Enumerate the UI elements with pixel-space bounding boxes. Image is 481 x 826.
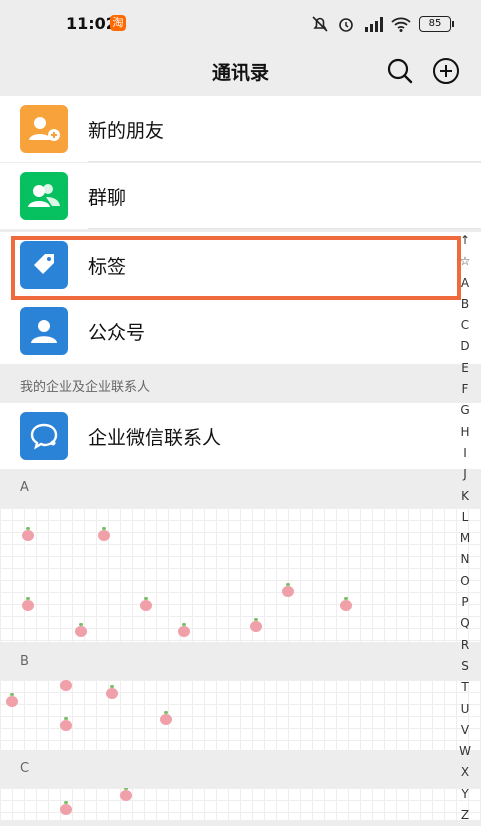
- blurred-avatar: [178, 623, 190, 637]
- group-chats-label: 群聊: [88, 187, 127, 209]
- contact-list-b[interactable]: [0, 680, 481, 750]
- index-letter[interactable]: S: [461, 656, 469, 677]
- wifi-icon: [391, 17, 411, 32]
- blurred-avatar: [160, 711, 172, 725]
- index-letter[interactable]: K: [461, 486, 469, 507]
- enterprise-contacts-label: 企业微信联系人: [88, 427, 222, 449]
- enterprise-section-title: 我的企业及企业联系人: [20, 380, 151, 395]
- blurred-avatar: [282, 583, 294, 597]
- blurred-avatar: [60, 717, 72, 731]
- blurred-avatar: [140, 597, 152, 611]
- index-letter[interactable]: Q: [460, 613, 469, 634]
- index-letter[interactable]: X: [461, 762, 469, 783]
- index-letter[interactable]: Y: [461, 784, 468, 805]
- status-icons: 85: [311, 13, 454, 35]
- blurred-avatar: [60, 680, 72, 691]
- contact-list-c[interactable]: [0, 788, 481, 820]
- index-letter[interactable]: V: [461, 720, 469, 741]
- new-friend-icon: [20, 105, 68, 153]
- blurred-avatar: [22, 597, 34, 611]
- enterprise-wechat-icon: [20, 412, 68, 460]
- alphabet-index[interactable]: ↑ ☆ A B C D E F G H I J K L M N O P Q R S T U V W X Y Z: [455, 230, 475, 826]
- index-letter[interactable]: B: [461, 294, 469, 315]
- index-letter[interactable]: ↑: [460, 230, 470, 251]
- official-account-icon: [20, 307, 68, 355]
- divider: [88, 228, 481, 229]
- index-letter[interactable]: G: [460, 400, 469, 421]
- index-letter[interactable]: H: [460, 422, 469, 443]
- group-letter: A: [20, 480, 29, 495]
- search-icon[interactable]: [385, 56, 415, 86]
- index-letter[interactable]: I: [463, 443, 467, 464]
- index-letter[interactable]: A: [461, 273, 469, 294]
- index-letter[interactable]: L: [462, 507, 469, 528]
- new-friends-label: 新的朋友: [88, 120, 165, 142]
- blurred-avatar: [60, 801, 72, 815]
- group-letter: C: [20, 761, 30, 776]
- official-accounts-item[interactable]: 公众号: [0, 298, 481, 364]
- index-letter[interactable]: ☆: [460, 251, 471, 272]
- mute-icon: [312, 16, 328, 32]
- group-chats-item[interactable]: 群聊: [0, 163, 481, 229]
- group-chat-icon: [20, 172, 68, 220]
- nav-bar: 通讯录: [0, 46, 481, 96]
- taobao-notification-icon: 淘: [110, 15, 126, 31]
- battery-indicator: 85: [419, 16, 454, 32]
- index-letter[interactable]: F: [462, 379, 469, 400]
- index-letter[interactable]: Z: [461, 805, 469, 826]
- contact-list-a[interactable]: [0, 508, 481, 642]
- group-header-b: B: [0, 642, 481, 680]
- highlight-box: [11, 236, 461, 300]
- add-icon[interactable]: [431, 56, 461, 86]
- divider: [88, 161, 481, 162]
- index-letter[interactable]: C: [461, 315, 469, 336]
- index-letter[interactable]: N: [461, 549, 470, 570]
- index-letter[interactable]: U: [461, 699, 470, 720]
- new-friends-item[interactable]: 新的朋友: [0, 96, 481, 162]
- group-letter: B: [20, 654, 29, 669]
- enterprise-section-header: 我的企业及企业联系人: [0, 365, 481, 403]
- blurred-avatar: [98, 527, 110, 541]
- blurred-avatar: [340, 597, 352, 611]
- blurred-avatar: [75, 623, 87, 637]
- group-header-c: C: [0, 750, 481, 788]
- index-letter[interactable]: M: [460, 528, 470, 549]
- official-accounts-label: 公众号: [88, 322, 146, 344]
- index-letter[interactable]: O: [460, 571, 469, 592]
- status-bar: 11:02 淘 85: [0, 0, 481, 46]
- index-letter[interactable]: J: [463, 464, 467, 485]
- blurred-avatar: [120, 788, 132, 801]
- group-header-a: A: [0, 470, 481, 508]
- index-letter[interactable]: W: [459, 741, 471, 762]
- signal-icon: [365, 17, 383, 32]
- enterprise-contacts-item[interactable]: 企业微信联系人: [0, 403, 481, 469]
- alarm-icon: [339, 18, 353, 32]
- index-letter[interactable]: R: [461, 635, 469, 656]
- blurred-avatar: [106, 685, 118, 699]
- blurred-avatar: [250, 618, 262, 632]
- index-letter[interactable]: E: [461, 358, 469, 379]
- index-letter[interactable]: T: [461, 677, 468, 698]
- index-letter[interactable]: D: [460, 336, 469, 357]
- blurred-avatar: [6, 693, 18, 707]
- blurred-avatar: [22, 527, 34, 541]
- index-letter[interactable]: P: [461, 592, 468, 613]
